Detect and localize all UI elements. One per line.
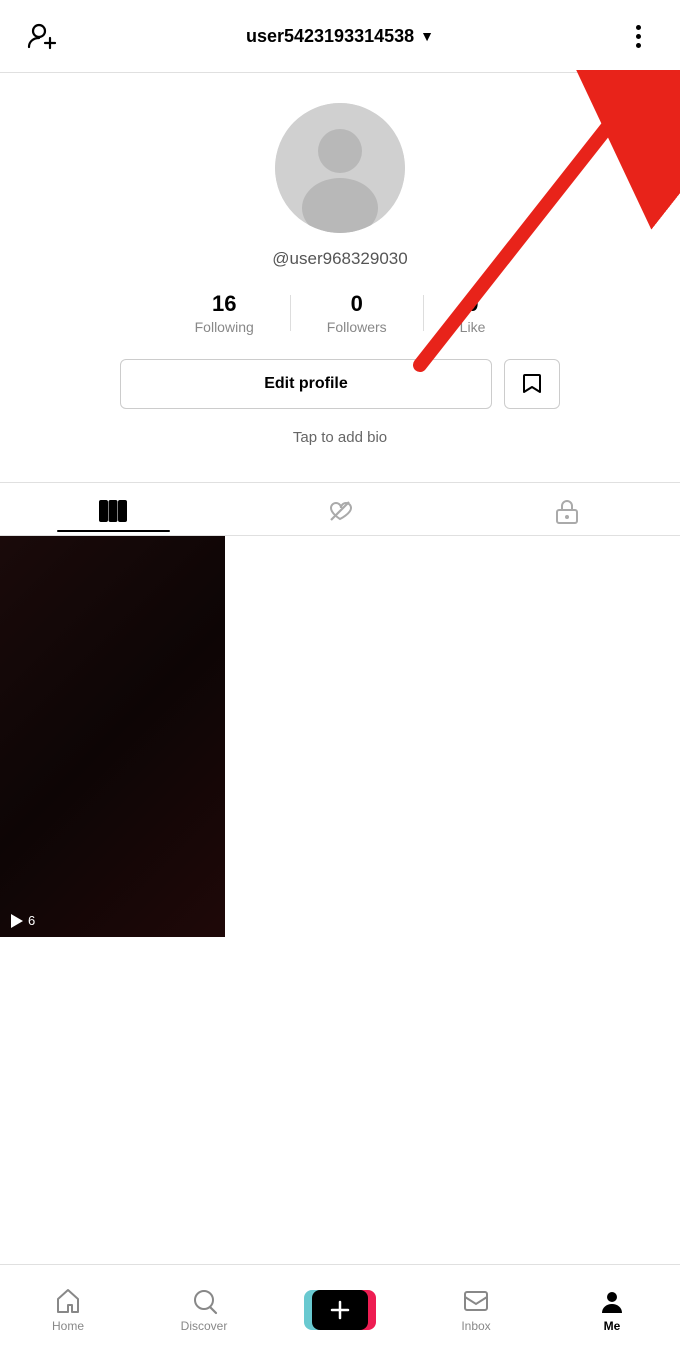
- followers-label: Followers: [327, 319, 387, 335]
- nav-add[interactable]: [300, 1290, 380, 1330]
- nav-home[interactable]: Home: [28, 1287, 108, 1333]
- tab-private[interactable]: [453, 483, 680, 535]
- plus-icon: [329, 1299, 351, 1321]
- profile-section: @user968329030 16 Following 0 Followers …: [0, 73, 680, 476]
- action-row: Edit profile: [120, 359, 560, 409]
- home-label: Home: [52, 1319, 84, 1333]
- edit-profile-button[interactable]: Edit profile: [120, 359, 492, 409]
- me-label: Me: [604, 1319, 621, 1333]
- stats-row: 16 Following 0 Followers 0 Like: [159, 291, 522, 335]
- dot-1: [636, 25, 641, 30]
- tab-liked[interactable]: [227, 483, 454, 535]
- likes-count: 0: [466, 291, 478, 317]
- content-tabs: [0, 483, 680, 536]
- dot-2: [636, 34, 641, 39]
- add-user-button[interactable]: [20, 14, 64, 58]
- following-stat[interactable]: 16 Following: [159, 291, 290, 335]
- play-count: 6: [28, 913, 35, 928]
- dropdown-icon: ▼: [420, 28, 434, 44]
- following-label: Following: [195, 319, 254, 335]
- add-video-button[interactable]: [312, 1290, 368, 1330]
- home-icon: [54, 1287, 82, 1315]
- bookmark-button[interactable]: [504, 359, 560, 409]
- play-icon: [8, 913, 24, 929]
- likes-stat[interactable]: 0 Like: [424, 291, 522, 335]
- inbox-label: Inbox: [461, 1319, 490, 1333]
- more-options-button[interactable]: [616, 14, 660, 58]
- bottom-nav: Home Discover Inbox Me: [0, 1264, 680, 1354]
- nav-me[interactable]: Me: [572, 1287, 652, 1333]
- discover-icon: [190, 1287, 218, 1315]
- dot-3: [636, 43, 641, 48]
- add-inner: [312, 1290, 368, 1330]
- bio-placeholder[interactable]: Tap to add bio: [293, 429, 387, 446]
- following-count: 16: [212, 291, 236, 317]
- username-header[interactable]: user5423193314538 ▼: [246, 26, 434, 47]
- tab-videos[interactable]: [0, 486, 227, 532]
- video-thumbnail[interactable]: 6: [0, 536, 225, 937]
- me-icon: [598, 1287, 626, 1315]
- discover-label: Discover: [181, 1319, 228, 1333]
- likes-label: Like: [460, 319, 486, 335]
- nav-discover[interactable]: Discover: [164, 1287, 244, 1333]
- header: user5423193314538 ▼: [0, 0, 680, 73]
- video-grid: 6: [0, 536, 680, 937]
- nav-inbox[interactable]: Inbox: [436, 1287, 516, 1333]
- inbox-icon: [462, 1287, 490, 1315]
- followers-stat[interactable]: 0 Followers: [291, 291, 423, 335]
- avatar: [275, 103, 405, 233]
- user-handle: @user968329030: [272, 249, 407, 269]
- followers-count: 0: [351, 291, 363, 317]
- video-play-info: 6: [8, 913, 35, 929]
- username-text: user5423193314538: [246, 26, 414, 47]
